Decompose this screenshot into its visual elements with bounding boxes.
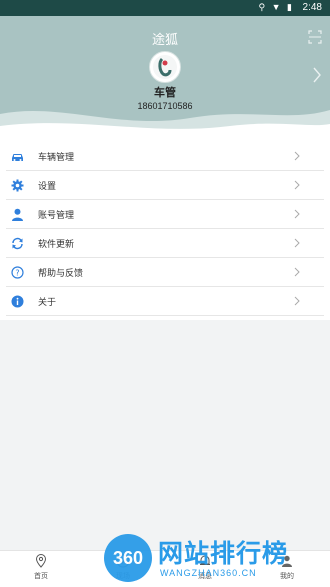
menu-item-label: 帮助与反馈 <box>38 268 84 278</box>
tab-label: 首页 <box>34 573 48 580</box>
user-phone: 18601710586 <box>137 101 193 111</box>
location-pin-icon <box>35 554 47 568</box>
profile-header: 途狐 车管 18601710586 <box>0 16 330 136</box>
divider <box>6 315 324 316</box>
menu-item-about[interactable]: 关于 <box>0 287 330 316</box>
menu-item-settings[interactable]: 设置 <box>0 171 330 200</box>
help-icon: ? <box>11 266 24 279</box>
watermark-subtitle: WANGZHAN360.CN <box>160 568 257 578</box>
settings-menu: 车辆管理 设置 账号管理 软件更新 ? 帮助与反馈 关于 <box>0 136 330 320</box>
chevron-right-icon <box>294 238 300 248</box>
menu-item-vehicle-management[interactable]: 车辆管理 <box>0 142 330 171</box>
menu-item-software-update[interactable]: 软件更新 <box>0 229 330 258</box>
user-name: 车管 <box>154 87 176 99</box>
gear-icon <box>11 179 24 192</box>
menu-item-label: 软件更新 <box>38 239 75 249</box>
page-title: 途狐 <box>151 32 178 47</box>
app-logo-icon <box>153 55 177 79</box>
svg-text:?: ? <box>15 269 19 278</box>
chevron-right-icon <box>294 296 300 306</box>
person-icon <box>12 208 23 221</box>
menu-item-account-management[interactable]: 账号管理 <box>0 200 330 229</box>
menu-item-label: 账号管理 <box>38 210 75 220</box>
info-icon <box>11 295 24 308</box>
watermark-logo: 360 网站排行榜 WANGZHAN360.CN <box>104 530 330 586</box>
tab-home[interactable]: 首页 <box>21 554 61 584</box>
status-icons: ⚲ ▼ ▮ <box>258 2 294 12</box>
car-icon <box>12 154 23 161</box>
chevron-right-icon <box>294 151 300 161</box>
menu-item-label: 设置 <box>38 181 57 191</box>
refresh-icon <box>12 237 23 250</box>
chevron-right-icon <box>294 267 300 277</box>
menu-item-help-feedback[interactable]: ? 帮助与反馈 <box>0 258 330 287</box>
scan-icon[interactable] <box>308 30 322 44</box>
chevron-right-icon[interactable] <box>312 66 322 84</box>
avatar[interactable] <box>149 51 181 83</box>
chevron-right-icon <box>294 209 300 219</box>
menu-item-label: 关于 <box>38 297 57 307</box>
status-bar: ⚲ ▼ ▮ 2:48 <box>0 0 330 16</box>
watermark-360-badge: 360 <box>104 534 152 582</box>
menu-item-label: 车辆管理 <box>38 152 75 162</box>
status-time: 2:48 <box>302 2 322 13</box>
chevron-right-icon <box>294 180 300 190</box>
watermark-title: 网站排行榜 <box>158 540 289 568</box>
